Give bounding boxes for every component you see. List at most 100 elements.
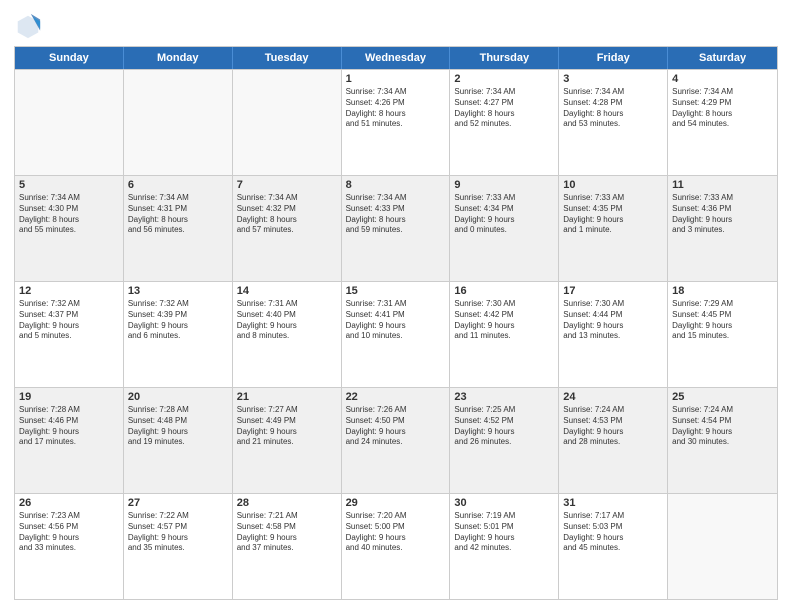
calendar-cell-26: 26 Sunrise: 7:23 AM Sunset: 4:56 PM Dayli…	[15, 494, 124, 599]
calendar-body: 1Sunrise: 7:34 AM Sunset: 4:26 PM Daylig…	[15, 69, 777, 599]
calendar-cell-23: 23Sunrise: 7:25 AM Sunset: 4:52 PM Dayli…	[450, 388, 559, 493]
cell-day-number: 5	[19, 179, 119, 191]
calendar-cell-3: 3 Sunrise: 7:34 AM Sunset: 4:28 PM Daylig…	[559, 70, 668, 175]
cell-day-number: 20	[128, 391, 228, 403]
cell-day-number: 26	[19, 497, 119, 509]
cell-info: Sunrise: 7:21 AM Sunset: 4:58 PM Dayligh…	[237, 511, 337, 554]
cell-info: Sunrise: 7:32 AM Sunset: 4:39 PM Dayligh…	[128, 299, 228, 342]
calendar-cell-10: 10 Sunrise: 7:33 AM Sunset: 4:35 PM Dayli…	[559, 176, 668, 281]
calendar-row-0: 1Sunrise: 7:34 AM Sunset: 4:26 PM Daylig…	[15, 69, 777, 175]
calendar-cell-5: 5 Sunrise: 7:34 AM Sunset: 4:30 PM Daylig…	[15, 176, 124, 281]
cell-day-number: 22	[346, 391, 446, 403]
cell-day-number: 2	[454, 73, 554, 85]
cell-day-number: 30	[454, 497, 554, 509]
cell-info: Sunrise: 7:33 AM Sunset: 4:35 PM Dayligh…	[563, 193, 663, 236]
cell-info: Sunrise: 7:30 AM Sunset: 4:44 PM Dayligh…	[563, 299, 663, 342]
cell-info: Sunrise: 7:24 AM Sunset: 4:53 PM Dayligh…	[563, 405, 663, 448]
cell-info: Sunrise: 7:25 AM Sunset: 4:52 PM Dayligh…	[454, 405, 554, 448]
weekday-header-saturday: Saturday	[668, 47, 777, 69]
calendar-cell-17: 17 Sunrise: 7:30 AM Sunset: 4:44 PM Dayli…	[559, 282, 668, 387]
calendar-cell-15: 15 Sunrise: 7:31 AM Sunset: 4:41 PM Dayli…	[342, 282, 451, 387]
calendar-cell-1: 1Sunrise: 7:34 AM Sunset: 4:26 PM Daylig…	[342, 70, 451, 175]
cell-info: Sunrise: 7:26 AM Sunset: 4:50 PM Dayligh…	[346, 405, 446, 448]
weekday-header-wednesday: Wednesday	[342, 47, 451, 69]
calendar-cell-empty-4-6	[668, 494, 777, 599]
cell-day-number: 8	[346, 179, 446, 191]
calendar-cell-empty-0-2	[233, 70, 342, 175]
calendar-cell-14: 14Sunrise: 7:31 AM Sunset: 4:40 PM Dayli…	[233, 282, 342, 387]
cell-day-number: 28	[237, 497, 337, 509]
cell-info: Sunrise: 7:34 AM Sunset: 4:33 PM Dayligh…	[346, 193, 446, 236]
cell-info: Sunrise: 7:19 AM Sunset: 5:01 PM Dayligh…	[454, 511, 554, 554]
cell-info: Sunrise: 7:28 AM Sunset: 4:46 PM Dayligh…	[19, 405, 119, 448]
cell-day-number: 18	[672, 285, 773, 297]
logo	[14, 12, 46, 40]
cell-day-number: 15	[346, 285, 446, 297]
calendar-cell-11: 11 Sunrise: 7:33 AM Sunset: 4:36 PM Dayli…	[668, 176, 777, 281]
calendar-cell-empty-0-1	[124, 70, 233, 175]
logo-icon	[14, 12, 42, 40]
calendar-cell-20: 20 Sunrise: 7:28 AM Sunset: 4:48 PM Dayli…	[124, 388, 233, 493]
calendar-row-1: 5 Sunrise: 7:34 AM Sunset: 4:30 PM Daylig…	[15, 175, 777, 281]
calendar-cell-24: 24 Sunrise: 7:24 AM Sunset: 4:53 PM Dayli…	[559, 388, 668, 493]
cell-info: Sunrise: 7:30 AM Sunset: 4:42 PM Dayligh…	[454, 299, 554, 342]
calendar-cell-21: 21Sunrise: 7:27 AM Sunset: 4:49 PM Dayli…	[233, 388, 342, 493]
calendar-row-2: 12Sunrise: 7:32 AM Sunset: 4:37 PM Dayli…	[15, 281, 777, 387]
calendar-cell-6: 6 Sunrise: 7:34 AM Sunset: 4:31 PM Daylig…	[124, 176, 233, 281]
cell-day-number: 24	[563, 391, 663, 403]
cell-day-number: 27	[128, 497, 228, 509]
cell-day-number: 10	[563, 179, 663, 191]
cell-day-number: 14	[237, 285, 337, 297]
cell-info: Sunrise: 7:24 AM Sunset: 4:54 PM Dayligh…	[672, 405, 773, 448]
calendar-cell-9: 9 Sunrise: 7:33 AM Sunset: 4:34 PM Daylig…	[450, 176, 559, 281]
weekday-header-friday: Friday	[559, 47, 668, 69]
cell-info: Sunrise: 7:22 AM Sunset: 4:57 PM Dayligh…	[128, 511, 228, 554]
cell-info: Sunrise: 7:34 AM Sunset: 4:27 PM Dayligh…	[454, 87, 554, 130]
cell-info: Sunrise: 7:28 AM Sunset: 4:48 PM Dayligh…	[128, 405, 228, 448]
cell-day-number: 19	[19, 391, 119, 403]
calendar-cell-29: 29Sunrise: 7:20 AM Sunset: 5:00 PM Dayli…	[342, 494, 451, 599]
weekday-header-sunday: Sunday	[15, 47, 124, 69]
weekday-header-monday: Monday	[124, 47, 233, 69]
calendar-cell-22: 22 Sunrise: 7:26 AM Sunset: 4:50 PM Dayli…	[342, 388, 451, 493]
cell-day-number: 6	[128, 179, 228, 191]
calendar: SundayMondayTuesdayWednesdayThursdayFrid…	[14, 46, 778, 600]
calendar-cell-19: 19 Sunrise: 7:28 AM Sunset: 4:46 PM Dayli…	[15, 388, 124, 493]
cell-info: Sunrise: 7:33 AM Sunset: 4:36 PM Dayligh…	[672, 193, 773, 236]
cell-info: Sunrise: 7:34 AM Sunset: 4:29 PM Dayligh…	[672, 87, 773, 130]
calendar-cell-2: 2 Sunrise: 7:34 AM Sunset: 4:27 PM Daylig…	[450, 70, 559, 175]
cell-info: Sunrise: 7:27 AM Sunset: 4:49 PM Dayligh…	[237, 405, 337, 448]
cell-day-number: 7	[237, 179, 337, 191]
cell-info: Sunrise: 7:33 AM Sunset: 4:34 PM Dayligh…	[454, 193, 554, 236]
cell-info: Sunrise: 7:34 AM Sunset: 4:28 PM Dayligh…	[563, 87, 663, 130]
weekday-header-tuesday: Tuesday	[233, 47, 342, 69]
calendar-cell-13: 13Sunrise: 7:32 AM Sunset: 4:39 PM Dayli…	[124, 282, 233, 387]
weekday-header-thursday: Thursday	[450, 47, 559, 69]
cell-info: Sunrise: 7:23 AM Sunset: 4:56 PM Dayligh…	[19, 511, 119, 554]
cell-day-number: 3	[563, 73, 663, 85]
cell-info: Sunrise: 7:17 AM Sunset: 5:03 PM Dayligh…	[563, 511, 663, 554]
calendar-header-row: SundayMondayTuesdayWednesdayThursdayFrid…	[15, 47, 777, 69]
cell-day-number: 12	[19, 285, 119, 297]
page-header	[14, 12, 778, 40]
cell-day-number: 16	[454, 285, 554, 297]
calendar-row-4: 26 Sunrise: 7:23 AM Sunset: 4:56 PM Dayli…	[15, 493, 777, 599]
cell-day-number: 11	[672, 179, 773, 191]
cell-day-number: 1	[346, 73, 446, 85]
cell-day-number: 9	[454, 179, 554, 191]
calendar-cell-16: 16 Sunrise: 7:30 AM Sunset: 4:42 PM Dayli…	[450, 282, 559, 387]
calendar-row-3: 19 Sunrise: 7:28 AM Sunset: 4:46 PM Dayli…	[15, 387, 777, 493]
cell-info: Sunrise: 7:31 AM Sunset: 4:41 PM Dayligh…	[346, 299, 446, 342]
calendar-cell-28: 28 Sunrise: 7:21 AM Sunset: 4:58 PM Dayli…	[233, 494, 342, 599]
cell-day-number: 29	[346, 497, 446, 509]
calendar-cell-25: 25 Sunrise: 7:24 AM Sunset: 4:54 PM Dayli…	[668, 388, 777, 493]
calendar-cell-18: 18 Sunrise: 7:29 AM Sunset: 4:45 PM Dayli…	[668, 282, 777, 387]
cell-day-number: 17	[563, 285, 663, 297]
cell-info: Sunrise: 7:29 AM Sunset: 4:45 PM Dayligh…	[672, 299, 773, 342]
calendar-cell-12: 12Sunrise: 7:32 AM Sunset: 4:37 PM Dayli…	[15, 282, 124, 387]
calendar-cell-7: 7Sunrise: 7:34 AM Sunset: 4:32 PM Daylig…	[233, 176, 342, 281]
calendar-cell-30: 30 Sunrise: 7:19 AM Sunset: 5:01 PM Dayli…	[450, 494, 559, 599]
cell-info: Sunrise: 7:34 AM Sunset: 4:30 PM Dayligh…	[19, 193, 119, 236]
cell-info: Sunrise: 7:34 AM Sunset: 4:31 PM Dayligh…	[128, 193, 228, 236]
cell-day-number: 25	[672, 391, 773, 403]
